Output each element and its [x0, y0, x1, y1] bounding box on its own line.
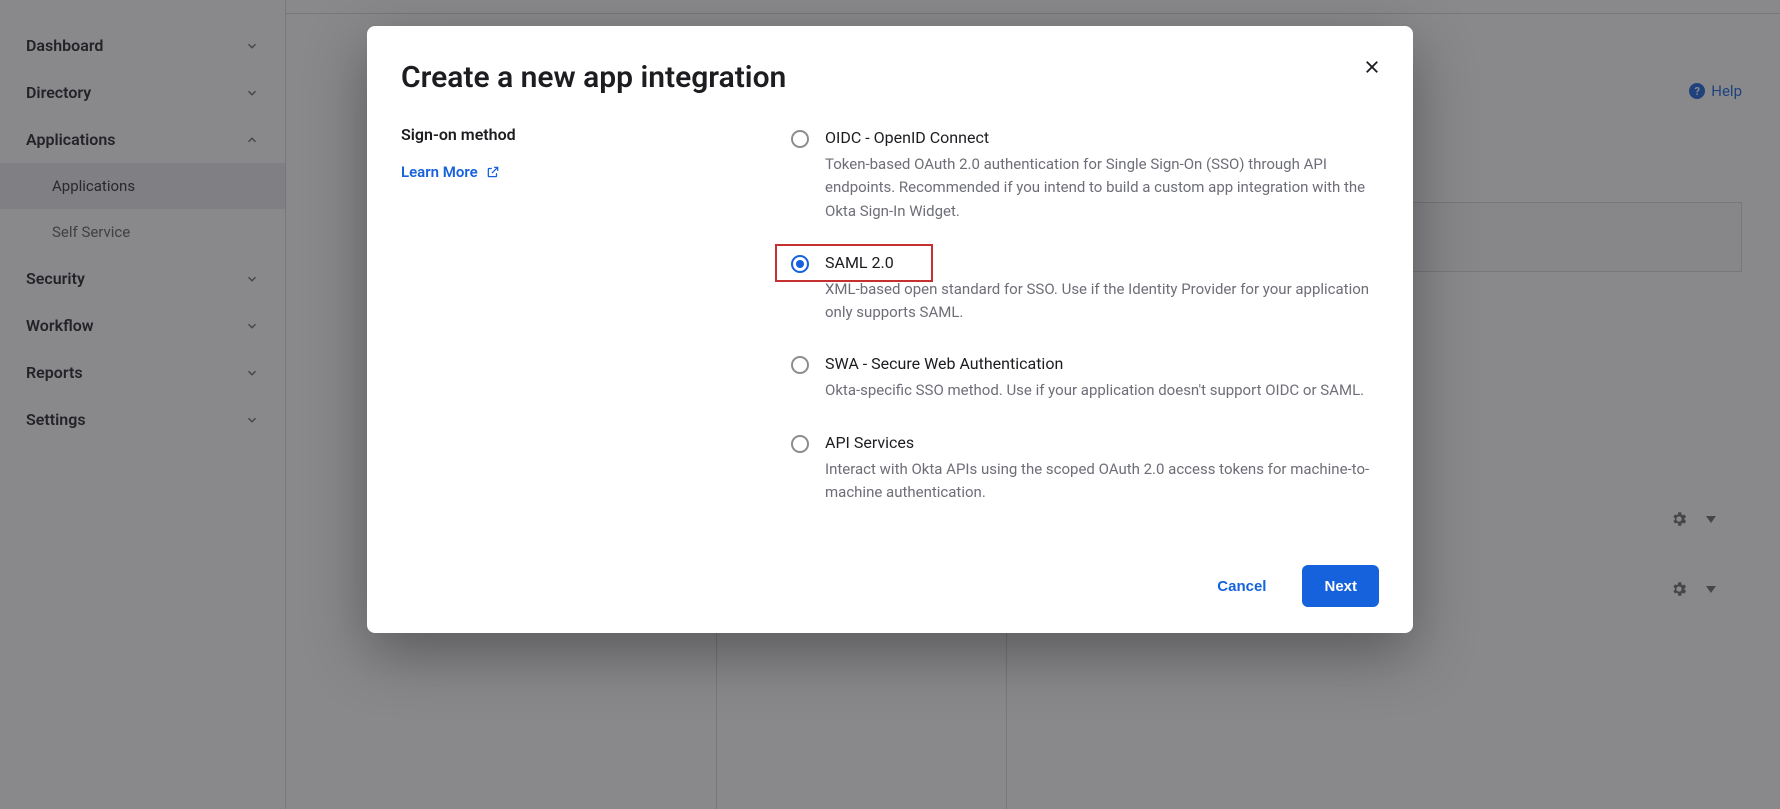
option-api-services[interactable]: API Services Interact with Okta APIs usi… — [791, 430, 1379, 508]
option-swa[interactable]: SWA - Secure Web Authentication Okta-spe… — [791, 351, 1379, 405]
radio-icon — [791, 356, 809, 374]
radio-icon — [791, 255, 809, 273]
modal-footer: Cancel Next — [401, 565, 1379, 607]
option-desc: XML-based open standard for SSO. Use if … — [825, 278, 1379, 325]
cancel-button[interactable]: Cancel — [1195, 565, 1288, 607]
radio-icon — [791, 435, 809, 453]
close-icon — [1363, 58, 1381, 76]
learn-more-link[interactable]: Learn More — [401, 163, 500, 181]
close-button[interactable] — [1357, 52, 1387, 82]
option-title: API Services — [825, 433, 1379, 452]
learn-more-label: Learn More — [401, 163, 478, 181]
modal-title: Create a new app integration — [401, 60, 1379, 95]
option-saml[interactable]: SAML 2.0 XML-based open standard for SSO… — [791, 250, 1379, 328]
option-desc: Interact with Okta APIs using the scoped… — [825, 458, 1379, 505]
option-desc: Okta-specific SSO method. Use if your ap… — [825, 379, 1364, 402]
option-title: OIDC - OpenID Connect — [825, 128, 1379, 147]
next-button[interactable]: Next — [1302, 565, 1379, 607]
option-desc: Token-based OAuth 2.0 authentication for… — [825, 153, 1379, 223]
section-label: Sign-on method — [401, 125, 771, 144]
option-oidc[interactable]: OIDC - OpenID Connect Token-based OAuth … — [791, 125, 1379, 226]
external-link-icon — [486, 165, 500, 179]
modal-left-column: Sign-on method Learn More — [401, 125, 771, 531]
create-app-integration-modal: Create a new app integration Sign-on met… — [367, 26, 1413, 633]
sign-on-method-options: OIDC - OpenID Connect Token-based OAuth … — [791, 125, 1379, 531]
radio-icon — [791, 130, 809, 148]
option-title: SWA - Secure Web Authentication — [825, 354, 1364, 373]
option-title: SAML 2.0 — [825, 253, 1379, 272]
modal-overlay: Create a new app integration Sign-on met… — [0, 0, 1780, 809]
